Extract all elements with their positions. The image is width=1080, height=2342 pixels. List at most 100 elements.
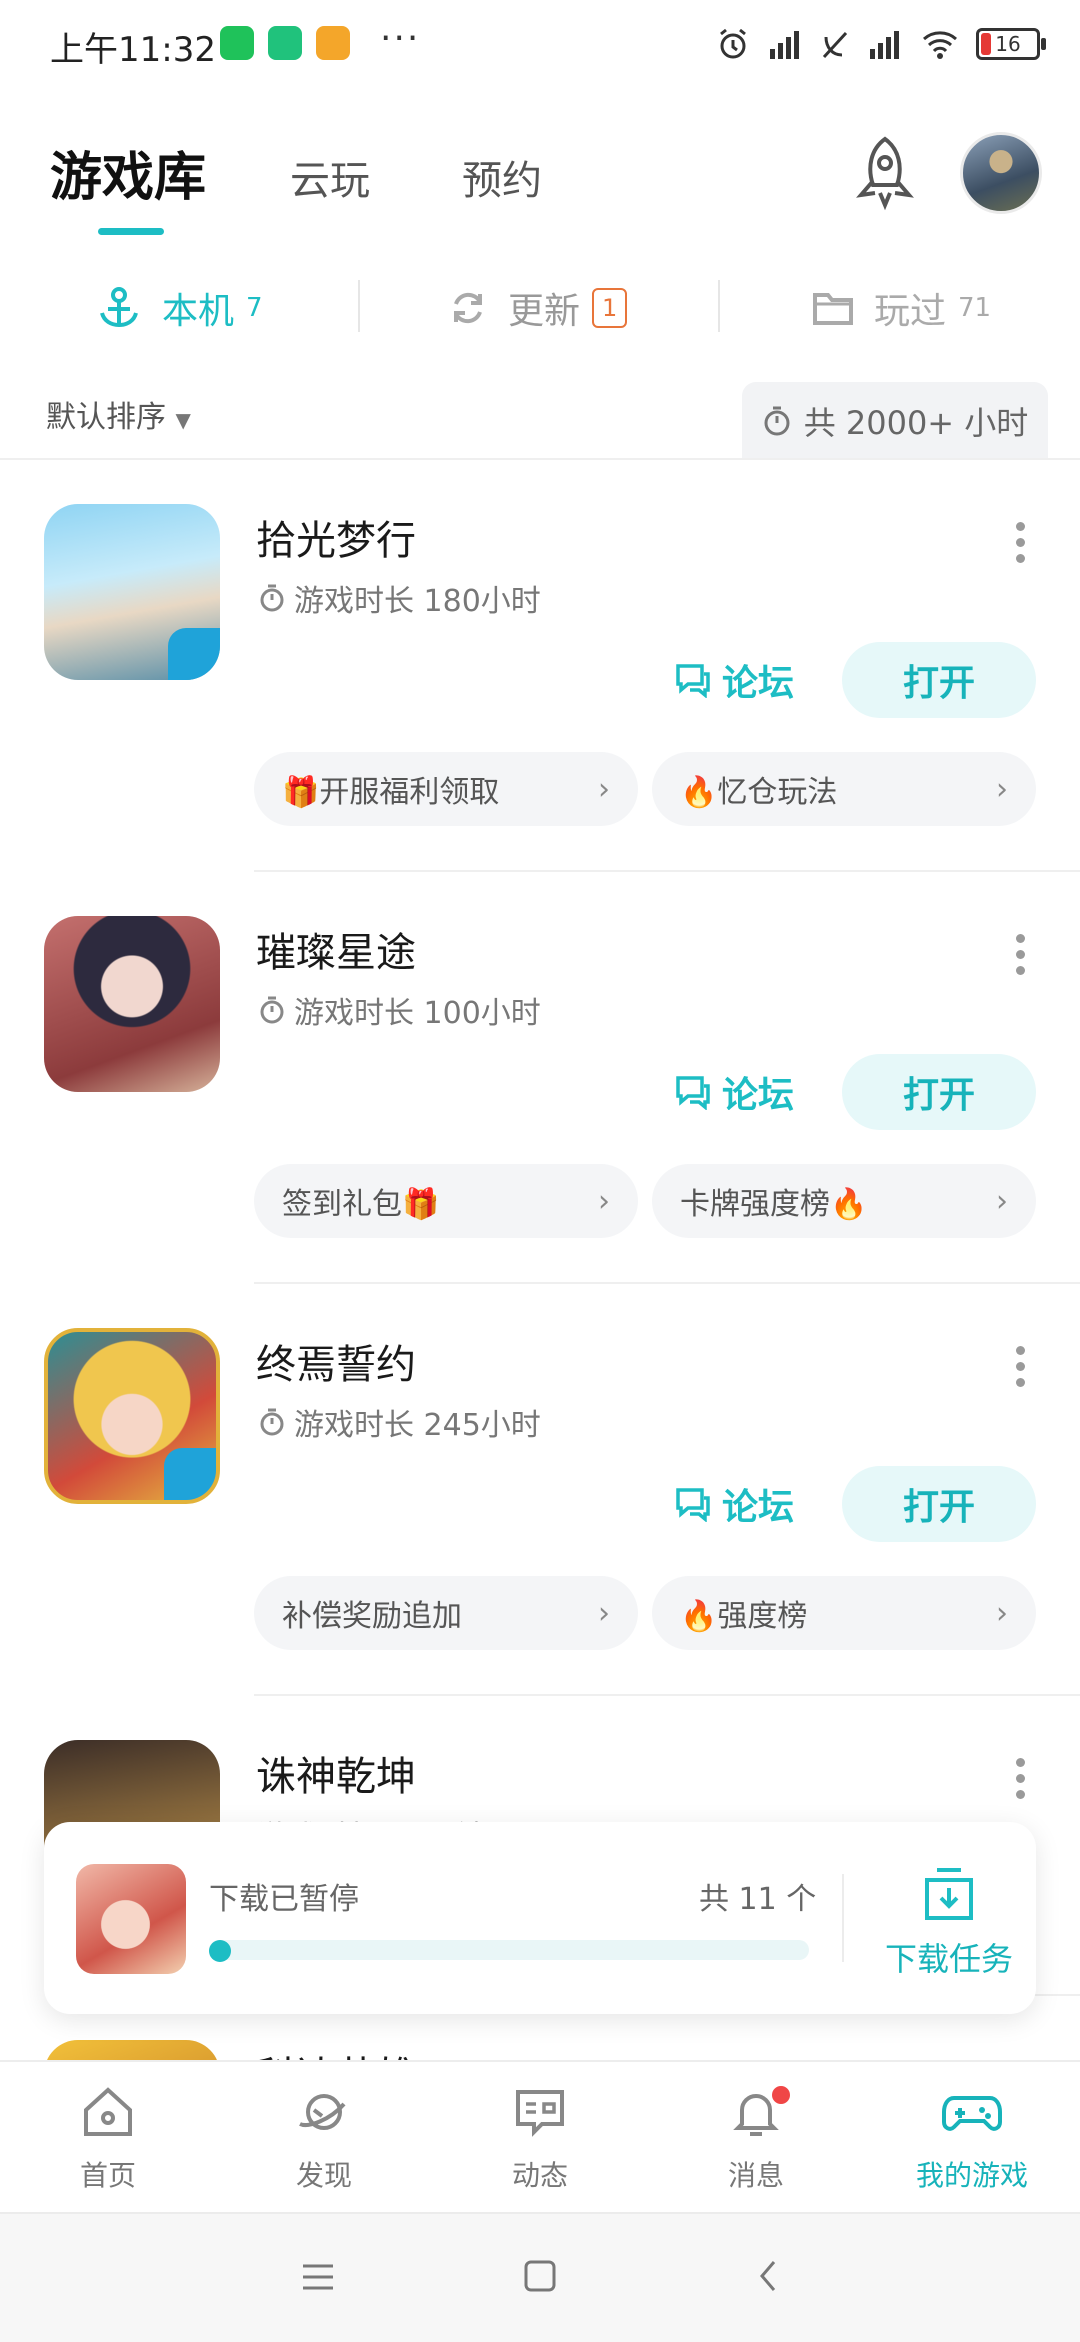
game-icon[interactable] <box>44 916 220 1092</box>
sort-label: 默认排序 <box>46 400 166 435</box>
promo-pill[interactable]: 🔥强度榜 › <box>652 1576 1036 1650</box>
app-shield-icon <box>268 26 302 60</box>
sort-dropdown[interactable]: 默认排序 ▼ <box>46 392 191 436</box>
chat-icon <box>676 664 710 698</box>
chevron-right-icon: › <box>996 771 1008 807</box>
game-title[interactable]: 诛神乾坤 <box>256 1744 416 1802</box>
system-nav-bar <box>0 2212 1080 2342</box>
menu-icon[interactable] <box>300 2262 336 2292</box>
battery-icon: 16 <box>976 28 1046 60</box>
game-playtime-label: 游戏时长 245小时 <box>294 1408 541 1443</box>
open-button[interactable]: 打开 <box>842 1054 1036 1130</box>
game-icon[interactable] <box>44 1328 220 1504</box>
subtab-update[interactable]: 更新 1 <box>448 282 628 334</box>
fire-icon: 🔥 <box>830 1187 868 1222</box>
open-button[interactable]: 打开 <box>842 642 1036 718</box>
more-options-icon[interactable] <box>1016 1346 1028 1394</box>
fire-icon: 🔥 <box>680 775 718 810</box>
timer-icon <box>260 1408 284 1436</box>
divider <box>842 1874 844 1962</box>
promo-pill[interactable]: 🔥忆仓玩法 › <box>652 752 1036 826</box>
divider <box>718 280 720 332</box>
download-tasks-button[interactable]: 下载任务 <box>874 1864 1024 1980</box>
tab-reservation[interactable]: 预约 <box>462 148 542 206</box>
download-total: 共 11 个 <box>699 1882 817 1917</box>
more-options-icon[interactable] <box>1016 1758 1028 1806</box>
game-icon[interactable] <box>44 504 220 680</box>
forum-button[interactable]: 论坛 <box>674 1466 794 1542</box>
total-hours-label: 共 2000+ 小时 <box>803 404 1029 442</box>
subtab-local-count: 7 <box>246 293 263 323</box>
nav-messages[interactable]: 消息 <box>648 2080 864 2194</box>
gift-icon: 🎁 <box>402 1187 440 1222</box>
back-icon[interactable] <box>756 2258 780 2294</box>
status-bar: 上午11:32 ··· 16 <box>0 0 1080 90</box>
total-hours: 共 2000+ 小时 <box>742 382 1048 460</box>
open-button[interactable]: 打开 <box>842 1466 1036 1542</box>
promo-pill[interactable]: 补偿奖励追加 › <box>254 1576 638 1650</box>
gamepad-icon <box>942 2096 1002 2131</box>
game-title[interactable]: 终焉誓约 <box>256 1332 416 1390</box>
download-progress-track <box>209 1940 809 1960</box>
bilibili-badge-icon <box>168 628 220 680</box>
status-indicators: 16 <box>716 24 1046 64</box>
forum-label: 论坛 <box>722 1075 795 1116</box>
avatar[interactable] <box>960 132 1042 214</box>
chevron-right-icon: › <box>598 1183 610 1219</box>
more-options-icon[interactable] <box>1016 522 1028 570</box>
promo-pill-label: 卡牌强度榜 <box>680 1187 830 1222</box>
chevron-right-icon: › <box>598 771 610 807</box>
refresh-icon <box>454 292 482 324</box>
wifi-icon <box>923 31 957 59</box>
download-progress-indicator <box>209 1940 231 1962</box>
nav-discover[interactable]: 发现 <box>216 2080 432 2194</box>
promo-pill[interactable]: 🎁开服福利领取 › <box>254 752 638 826</box>
divider <box>254 870 1080 872</box>
subtab-local[interactable]: 本机 7 <box>96 282 263 334</box>
alarm-icon <box>720 28 746 59</box>
forum-button[interactable]: 论坛 <box>674 642 794 718</box>
more-options-icon[interactable] <box>1016 934 1028 982</box>
game-playtime: 游戏时长 245小时 <box>258 1400 541 1444</box>
download-panel[interactable]: 下载已暂停 共 11 个 下载任务 <box>44 1822 1036 2014</box>
nav-my-games[interactable]: 我的游戏 <box>864 2080 1080 2194</box>
tab-game-library[interactable]: 游戏库 <box>50 135 206 210</box>
rocket-icon[interactable] <box>852 135 918 211</box>
timer-icon <box>260 996 284 1024</box>
message-card-icon <box>516 2090 564 2137</box>
signal-hd-icon <box>770 31 799 59</box>
download-status: 下载已暂停 <box>209 1882 359 1917</box>
tab-cloud-play[interactable]: 云玩 <box>290 148 370 206</box>
call-muted-icon <box>822 31 848 59</box>
timer-icon <box>764 406 790 436</box>
game-title[interactable]: 璀璨星途 <box>256 920 416 978</box>
subtab-played[interactable]: 玩过 71 <box>812 282 991 334</box>
active-tab-indicator <box>98 228 164 235</box>
game-playtime-label: 游戏时长 180小时 <box>294 584 541 619</box>
subtab-played-count: 71 <box>958 293 992 323</box>
subtab-played-label: 玩过 <box>874 291 947 332</box>
promo-pill[interactable]: 卡牌强度榜🔥 › <box>652 1164 1036 1238</box>
forum-button[interactable]: 论坛 <box>674 1054 794 1130</box>
gift-icon: 🎁 <box>282 775 320 810</box>
planet-icon <box>299 2094 346 2130</box>
nav-discover-label: 发现 <box>295 2159 352 2192</box>
bilibili-badge-icon <box>164 1448 216 1500</box>
forum-label: 论坛 <box>722 1487 795 1528</box>
game-title[interactable]: 拾光梦行 <box>256 508 416 566</box>
chat-icon <box>676 1488 710 1522</box>
promo-pill[interactable]: 签到礼包🎁 › <box>254 1164 638 1238</box>
nav-feed[interactable]: 动态 <box>432 2080 648 2194</box>
game-playtime: 游戏时长 100小时 <box>258 988 541 1032</box>
subtab-local-label: 本机 <box>162 291 235 332</box>
chevron-right-icon: › <box>996 1595 1008 1631</box>
promo-pill-label: 忆仓玩法 <box>717 775 838 810</box>
download-game-thumbnail <box>76 1864 186 1974</box>
fire-icon: 🔥 <box>680 1599 718 1634</box>
nav-home[interactable]: 首页 <box>0 2080 216 2194</box>
chevron-right-icon: › <box>996 1183 1008 1219</box>
home-square-icon[interactable] <box>522 2258 558 2294</box>
promo-pill-label: 补偿奖励追加 <box>282 1599 462 1634</box>
chat-icon <box>676 1076 710 1110</box>
forum-label: 论坛 <box>722 663 795 704</box>
